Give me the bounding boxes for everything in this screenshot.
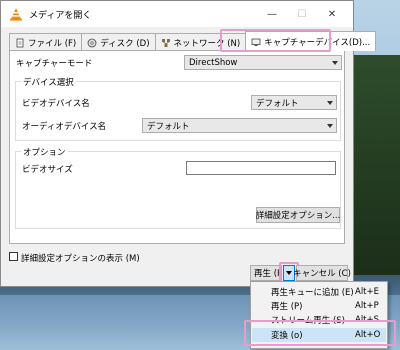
audio-device-select[interactable]: デフォルト — [142, 118, 337, 133]
video-device-label: ビデオデバイス名 — [22, 99, 90, 109]
video-size-label: ビデオサイズ — [22, 165, 73, 175]
video-size-input[interactable] — [186, 161, 336, 175]
tab-disc[interactable]: ディスク (D) — [81, 33, 156, 51]
chevron-down-icon — [332, 61, 338, 65]
menu-item-shortcut: Alt+E — [355, 287, 380, 297]
window-title: メディアを開く — [29, 10, 92, 21]
network-icon — [161, 38, 170, 47]
minimize-button[interactable]: — — [257, 1, 287, 27]
chevron-down-icon — [327, 124, 333, 128]
tab-file-label: ファイル (F) — [28, 38, 77, 49]
maximize-button[interactable]: ☐ — [287, 1, 317, 27]
tab-disc-label: ディスク (D) — [100, 38, 150, 49]
title-bar[interactable]: メディアを開く — ☐ ✕ — [1, 1, 353, 27]
file-icon — [16, 38, 24, 47]
audio-device-label: オーディオデバイス名 — [22, 122, 107, 132]
menu-item-label: 再生キューに追加 (E) — [271, 288, 354, 298]
show-advanced-checkbox[interactable] — [9, 252, 18, 261]
capture-device-panel: キャプチャーモード DirectShow デバイス選択 ビデオデバイス名 デフォ… — [9, 50, 345, 244]
disc-icon — [87, 38, 97, 47]
play-button[interactable]: 再生 (P — [250, 265, 282, 281]
menu-item-enqueue[interactable]: 再生キューに追加 (E) Alt+E — [252, 285, 386, 299]
capture-mode-label: キャプチャーモード — [16, 59, 93, 69]
convert-item-highlight — [244, 320, 396, 346]
menu-item-play[interactable]: 再生 (P) Alt+P — [252, 299, 386, 313]
audio-device-value: デフォルト — [147, 121, 190, 132]
video-device-value: デフォルト — [256, 98, 299, 109]
chevron-down-icon — [327, 101, 333, 105]
video-device-select[interactable]: デフォルト — [251, 95, 337, 110]
options-group: オプション ビデオサイズ 詳細設定オプション... — [15, 146, 341, 229]
menu-item-label: 再生 (P) — [271, 302, 303, 312]
device-selection-group: デバイス選択 ビデオデバイス名 デフォルト オーディオデバイス名 デフォルト — [15, 76, 341, 141]
cancel-button[interactable]: キャンセル (C) — [293, 265, 351, 281]
capture-tab-highlight — [220, 29, 331, 52]
menu-item-shortcut: Alt+P — [355, 301, 379, 311]
close-button[interactable]: ✕ — [317, 1, 347, 27]
device-selection-title: デバイス選択 — [21, 76, 76, 88]
vlc-cone-icon — [10, 8, 22, 21]
capture-mode-select[interactable]: DirectShow — [184, 55, 342, 70]
show-advanced-label: 詳細設定オプションの表示 (M) — [21, 254, 140, 264]
advanced-options-button[interactable]: 詳細設定オプション... — [256, 207, 340, 223]
options-title: オプション — [21, 146, 68, 158]
tab-file[interactable]: ファイル (F) — [9, 33, 83, 51]
capture-mode-value: DirectShow — [189, 57, 238, 68]
